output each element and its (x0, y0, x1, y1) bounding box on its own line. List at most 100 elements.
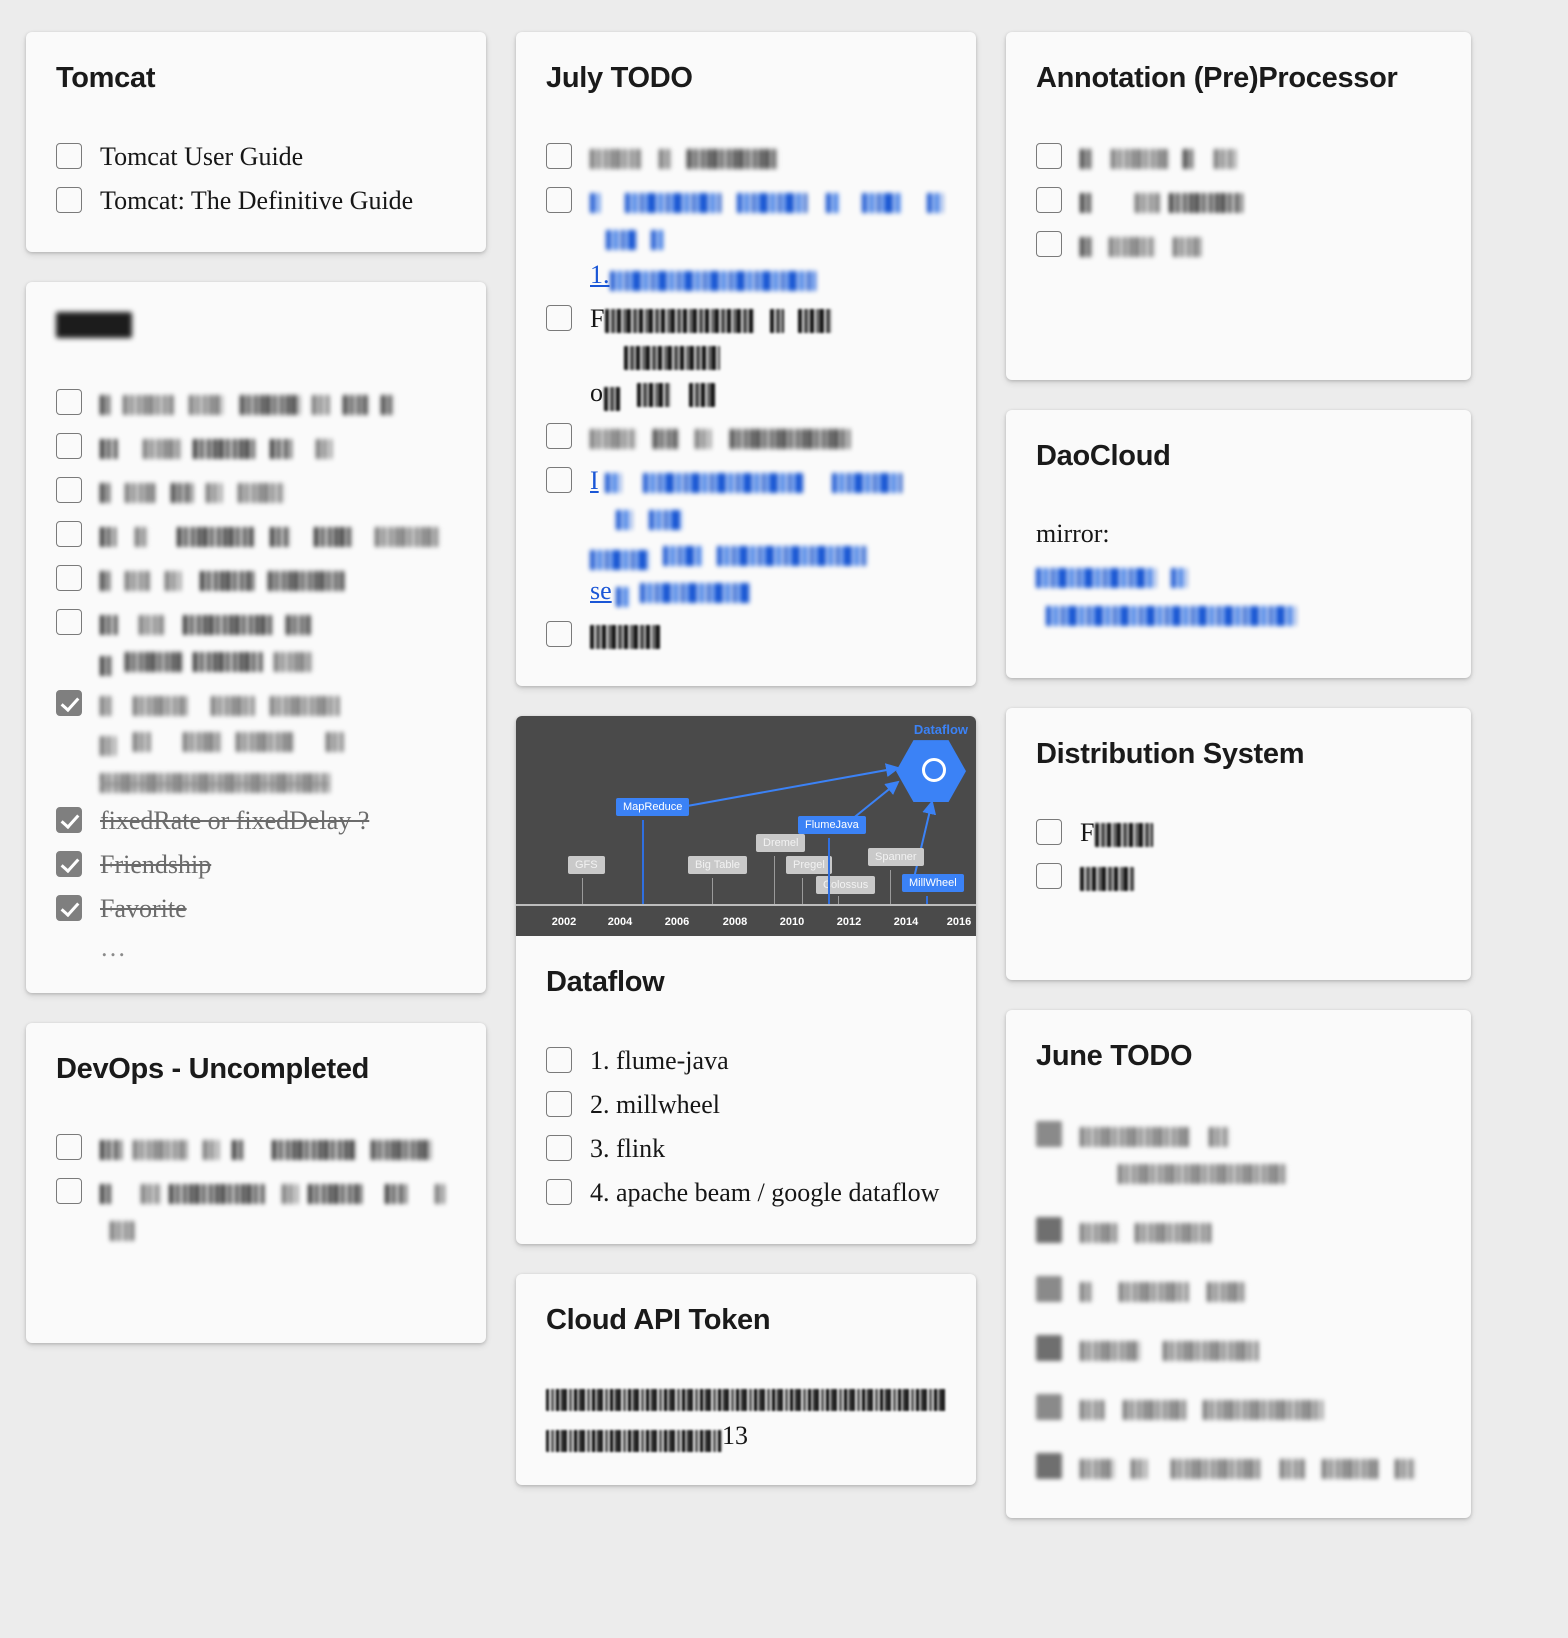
checkbox-icon[interactable] (56, 187, 82, 214)
list-item-link-redacted[interactable]: I se (590, 463, 946, 611)
list-item[interactable]: 1. flume-java (546, 1041, 946, 1082)
card-annotation-preprocessor[interactable]: Annotation (Pre)Processor (1006, 32, 1471, 380)
dataflow-timeline-image[interactable]: Dataflow GFS MapReduce Big Table Dremel … (516, 716, 976, 937)
checkbox-icon[interactable] (546, 621, 572, 648)
card-june-todo[interactable]: June TODO (1006, 1010, 1471, 1518)
checkbox-icon[interactable] (56, 433, 82, 460)
checkbox-icon[interactable] (546, 1135, 572, 1162)
checkbox-icon[interactable] (546, 304, 572, 331)
checkbox-icon[interactable] (56, 476, 82, 503)
list-item[interactable]: 4. apache beam / google dataflow (546, 1173, 946, 1214)
card-tomcat[interactable]: Tomcat Tomcat User Guide Tomcat: The Def… (26, 32, 486, 253)
list-item[interactable] (56, 559, 456, 600)
list-item-link-redacted[interactable]: 1. (590, 183, 946, 294)
checkbox-icon[interactable] (546, 422, 572, 449)
checkbox-icon[interactable] (546, 1047, 572, 1074)
list-item[interactable] (1036, 857, 1441, 898)
checkbox-icon[interactable] (1036, 1217, 1062, 1244)
list-item[interactable]: F o (546, 299, 946, 414)
list-item-label-redacted (1080, 859, 1134, 896)
card-daocloud[interactable]: DaoCloud mirror: (1006, 410, 1471, 678)
list-item[interactable]: 1. (546, 181, 946, 296)
list-item[interactable]: 3. flink (546, 1129, 946, 1170)
list-item[interactable] (1036, 1270, 1441, 1311)
list-item[interactable] (56, 383, 456, 424)
list-item-label-redacted (590, 139, 779, 176)
list-item[interactable]: fixedRate or fixedDelay ? (56, 801, 456, 842)
list-item-label-redacted (100, 605, 314, 679)
timeline-node-pregel: Pregel (786, 856, 832, 875)
list-item[interactable] (56, 427, 456, 468)
checkbox-icon-checked[interactable] (56, 689, 82, 716)
card-redacted[interactable]: fixedRate or fixedDelay ? Friendship Fav… (26, 282, 486, 993)
list-item[interactable] (56, 684, 456, 799)
card-distribution-system[interactable]: Distribution System F (1006, 708, 1471, 980)
checkbox-icon[interactable] (56, 389, 82, 416)
list-item[interactable] (546, 417, 946, 458)
card-title: July TODO (546, 62, 693, 94)
checkbox-icon[interactable] (1036, 1393, 1062, 1420)
checkbox-icon[interactable] (546, 1091, 572, 1118)
list-item[interactable] (56, 603, 456, 681)
list-item[interactable] (56, 1128, 456, 1169)
checkbox-icon[interactable] (546, 1179, 572, 1206)
list-item[interactable]: Friendship (56, 845, 456, 886)
list-item-label: Favorite (100, 894, 187, 924)
checkbox-icon[interactable] (546, 143, 572, 170)
list-item[interactable] (546, 137, 946, 178)
checkbox-icon[interactable] (56, 564, 82, 591)
timeline-stem (774, 856, 775, 907)
list-item[interactable] (1036, 1211, 1441, 1252)
checkbox-icon-checked[interactable] (56, 851, 82, 878)
list-item[interactable] (1036, 1329, 1441, 1370)
checkbox-icon[interactable] (1036, 1334, 1062, 1361)
list-item[interactable]: 2. millwheel (546, 1085, 946, 1126)
checkbox-icon[interactable] (56, 520, 82, 547)
year-label: 2008 (722, 916, 748, 929)
list-item[interactable] (56, 471, 456, 512)
checkbox-icon[interactable] (1036, 863, 1062, 890)
list-item[interactable] (56, 1172, 456, 1250)
list-item[interactable]: Tomcat User Guide (56, 137, 456, 178)
checkbox-icon[interactable] (56, 1134, 82, 1161)
checkbox-icon[interactable] (1036, 231, 1062, 258)
card-july-todo[interactable]: July TODO 1. F o I se (516, 32, 976, 687)
list-item[interactable] (1036, 137, 1441, 178)
list-item[interactable] (56, 515, 456, 556)
checkbox-icon-checked[interactable] (56, 895, 82, 922)
timeline-node-mapreduce: MapReduce (616, 798, 690, 817)
list-item[interactable] (1036, 1388, 1441, 1429)
list-item[interactable]: F (1036, 813, 1441, 854)
checkbox-icon[interactable] (1036, 143, 1062, 170)
checkbox-icon[interactable] (1036, 1121, 1062, 1148)
timeline-stem (890, 870, 891, 907)
checkbox-icon[interactable] (56, 608, 82, 635)
list-item[interactable] (1036, 181, 1441, 222)
timeline-stem (712, 878, 713, 907)
list-item-label: Tomcat User Guide (100, 142, 304, 172)
card-dataflow[interactable]: Dataflow GFS MapReduce Big Table Dremel … (516, 716, 976, 1245)
list-item[interactable] (1036, 1115, 1441, 1193)
card-devops-uncompleted[interactable]: DevOps - Uncompleted (26, 1022, 486, 1343)
more-indicator[interactable]: … (56, 933, 456, 963)
year-label: 2004 (607, 916, 633, 929)
year-label: 2016 (946, 916, 972, 929)
checkbox-icon[interactable] (1036, 1276, 1062, 1303)
list-item[interactable]: Favorite (56, 889, 456, 930)
checklist: F (1036, 813, 1441, 898)
list-item[interactable] (1036, 1447, 1441, 1488)
list-item[interactable] (546, 615, 946, 656)
checkbox-icon[interactable] (546, 466, 572, 493)
card-cloud-api-token[interactable]: Cloud API Token 13 (516, 1274, 976, 1485)
checkbox-icon[interactable] (1036, 187, 1062, 214)
daocloud-mirror-link-redacted[interactable] (1036, 557, 1441, 632)
checkbox-icon[interactable] (56, 1178, 82, 1205)
list-item[interactable]: Tomcat: The Definitive Guide (56, 181, 456, 222)
checkbox-icon[interactable] (1036, 819, 1062, 846)
checkbox-icon[interactable] (56, 143, 82, 170)
checkbox-icon-checked[interactable] (56, 807, 82, 834)
list-item[interactable]: I se (546, 461, 946, 613)
checkbox-icon[interactable] (1036, 1452, 1062, 1479)
checkbox-icon[interactable] (546, 187, 572, 214)
list-item[interactable] (1036, 225, 1441, 266)
